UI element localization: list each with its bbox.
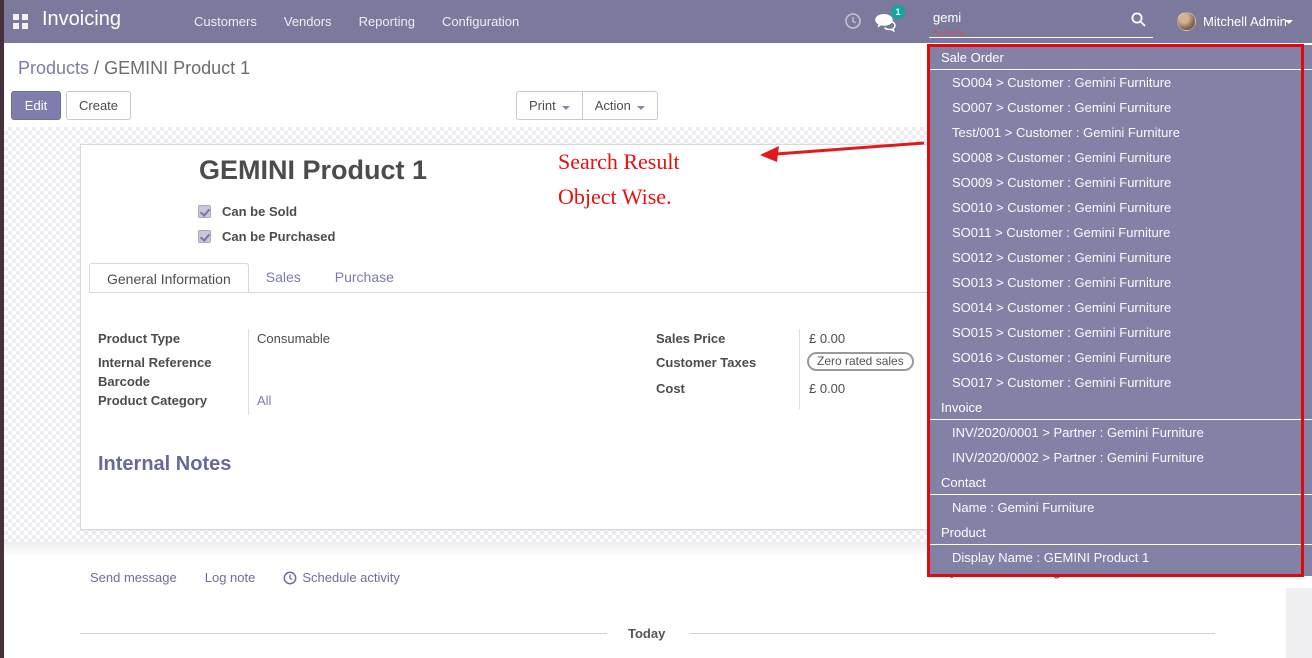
top-menu-item[interactable]: Customers — [194, 14, 257, 29]
can-be-sold-row: Can be Sold — [198, 204, 297, 219]
activities-clock-icon[interactable] — [844, 12, 862, 35]
annotation-text-line1: Search Result — [558, 149, 680, 175]
internal-notes-heading: Internal Notes — [98, 453, 231, 476]
user-menu-caret-icon[interactable] — [1285, 20, 1293, 24]
search-result-category: Contact — [929, 472, 1312, 495]
customer-taxes-badge: Zero rated sales — [807, 352, 914, 371]
schedule-clock-icon — [283, 571, 297, 585]
notebook-tabs: General Information Sales Purchase — [89, 262, 411, 292]
schedule-activity-label: Schedule activity — [302, 570, 400, 585]
print-caret-icon — [562, 106, 570, 110]
action-button[interactable]: Action — [582, 91, 658, 120]
search-icon[interactable] — [1130, 11, 1147, 33]
search-result-item[interactable]: SO013 > Customer : Gemini Furniture — [929, 270, 1312, 295]
chatter-actions: Send message Log note Schedule activity — [90, 570, 400, 585]
breadcrumb-separator: / — [89, 58, 104, 78]
cost-label: Cost — [656, 381, 685, 396]
global-search — [929, 6, 1153, 38]
product-category-label: Product Category — [98, 393, 207, 408]
search-result-item[interactable]: SO015 > Customer : Gemini Furniture — [929, 320, 1312, 345]
send-message-link[interactable]: Send message — [90, 570, 177, 585]
can-be-sold-checkbox[interactable] — [198, 205, 211, 218]
app-name[interactable]: Invoicing — [42, 8, 121, 31]
edit-button[interactable]: Edit — [11, 91, 61, 120]
search-result-item[interactable]: Test/001 > Customer : Gemini Furniture — [929, 120, 1312, 145]
barcode-label: Barcode — [98, 374, 150, 389]
sales-price-value: £ 0.00 — [809, 331, 845, 346]
search-result-item[interactable]: SO008 > Customer : Gemini Furniture — [929, 145, 1312, 170]
top-menu-item[interactable]: Vendors — [284, 14, 332, 29]
top-navbar: Invoicing Customers Vendors Reporting Confi… — [0, 0, 1312, 43]
search-result-item[interactable]: SO012 > Customer : Gemini Furniture — [929, 245, 1312, 270]
search-result-item[interactable]: SO004 > Customer : Gemini Furniture — [929, 70, 1312, 95]
log-note-link[interactable]: Log note — [205, 570, 256, 585]
tab-general-information[interactable]: General Information — [89, 263, 249, 293]
product-category-value[interactable]: All — [257, 393, 271, 408]
messages-badge[interactable]: 1 — [891, 5, 905, 19]
can-be-purchased-label: Can be Purchased — [222, 229, 335, 244]
schedule-activity-link[interactable]: Schedule activity — [283, 570, 400, 585]
search-results-dropdown: Sale OrderSO004 > Customer : Gemini Furn… — [929, 45, 1312, 576]
print-label: Print — [529, 98, 556, 113]
annotation-text-line2: Object Wise. — [558, 184, 672, 210]
apps-menu-icon[interactable] — [13, 14, 28, 29]
today-line-right — [690, 633, 1215, 634]
field-divider-left — [248, 329, 249, 415]
tab-sales[interactable]: Sales — [249, 262, 318, 292]
today-label: Today — [628, 626, 665, 641]
content-edge-strip — [1286, 588, 1312, 658]
search-input[interactable] — [933, 10, 1123, 25]
search-result-item[interactable]: SO011 > Customer : Gemini Furniture — [929, 220, 1312, 245]
search-result-item[interactable]: SO010 > Customer : Gemini Furniture — [929, 195, 1312, 220]
can-be-sold-label: Can be Sold — [222, 204, 297, 219]
print-button[interactable]: Print — [516, 91, 582, 120]
product-type-value: Consumable — [257, 331, 330, 346]
product-type-label: Product Type — [98, 331, 180, 346]
search-result-category: Product — [929, 522, 1312, 545]
screen: Invoicing Customers Vendors Reporting Confi… — [0, 0, 1312, 658]
annotation-arrow — [752, 136, 930, 166]
cost-value: £ 0.00 — [809, 381, 845, 396]
search-result-item[interactable]: SO014 > Customer : Gemini Furniture — [929, 295, 1312, 320]
action-label: Action — [595, 98, 631, 113]
sales-price-label: Sales Price — [656, 331, 725, 346]
search-result-category: Invoice — [929, 397, 1312, 420]
print-action-group: Print Action — [516, 91, 658, 120]
user-name[interactable]: Mitchell Admin — [1203, 14, 1287, 29]
search-result-item[interactable]: SO009 > Customer : Gemini Furniture — [929, 170, 1312, 195]
can-be-purchased-checkbox[interactable] — [198, 230, 211, 243]
can-be-purchased-row: Can be Purchased — [198, 229, 335, 244]
breadcrumb-products-link[interactable]: Products — [18, 58, 89, 78]
search-result-item[interactable]: SO007 > Customer : Gemini Furniture — [929, 95, 1312, 120]
search-result-item[interactable]: INV/2020/0001 > Partner : Gemini Furnitu… — [929, 420, 1312, 445]
breadcrumb-current: GEMINI Product 1 — [104, 58, 250, 78]
top-menu-item[interactable]: Reporting — [359, 14, 415, 29]
screen-edge-strip — [0, 0, 4, 658]
breadcrumb: Products / GEMINI Product 1 — [18, 58, 250, 79]
user-avatar[interactable] — [1177, 12, 1196, 31]
search-result-item[interactable]: INV/2020/0002 > Partner : Gemini Furnitu… — [929, 445, 1312, 470]
tab-purchase[interactable]: Purchase — [318, 262, 411, 292]
today-line-left — [80, 633, 607, 634]
customer-taxes-label: Customer Taxes — [656, 355, 756, 370]
spellcheck-squiggle — [933, 30, 965, 35]
search-result-item[interactable]: SO016 > Customer : Gemini Furniture — [929, 345, 1312, 370]
top-menu: Customers Vendors Reporting Configuration — [194, 0, 519, 43]
search-result-category: Sale Order — [929, 47, 1312, 70]
internal-reference-label: Internal Reference — [98, 355, 211, 370]
field-divider-right — [799, 329, 800, 409]
search-result-item[interactable]: SO017 > Customer : Gemini Furniture — [929, 370, 1312, 395]
create-button[interactable]: Create — [66, 91, 131, 120]
action-caret-icon — [637, 106, 645, 110]
search-result-item[interactable]: Name : Gemini Furniture — [929, 495, 1312, 520]
product-title: GEMINI Product 1 — [199, 155, 427, 186]
top-menu-item[interactable]: Configuration — [442, 14, 519, 29]
search-result-item[interactable]: Display Name : GEMINI Product 1 — [929, 545, 1312, 570]
